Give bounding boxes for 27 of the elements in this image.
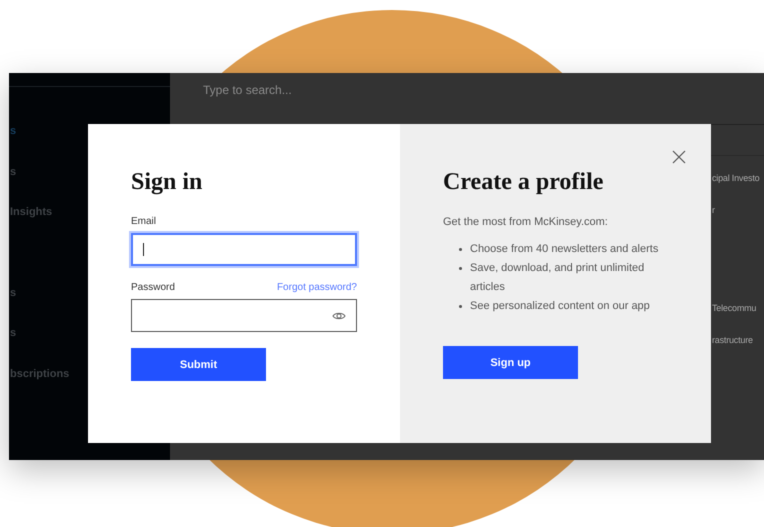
email-field[interactable]: [131, 233, 357, 266]
list-item[interactable]: cipal Investo: [712, 173, 760, 205]
intro-text: Get the most from McKinsey.com:: [443, 216, 609, 228]
bullet-dot: [459, 267, 462, 270]
bullet-dot: [459, 248, 462, 251]
benefit-item: Choose from 40 newsletters and alerts: [470, 242, 658, 257]
bullet-dot: [459, 305, 462, 308]
benefit-item: See personalized content on our app: [470, 299, 650, 314]
field-label: Email: [131, 216, 156, 227]
sidebar-item[interactable]: Insights: [9, 206, 52, 219]
benefit-item: Save, download, and print unlimited articles: [470, 261, 646, 295]
sidebar-item[interactable]: s: [9, 327, 16, 340]
field-label: Password: [131, 282, 175, 293]
sign-up-button[interactable]: Sign up: [443, 346, 578, 379]
list-item[interactable]: rastructure: [712, 335, 753, 367]
forgot-password-link[interactable]: Forgot password?: [276, 282, 357, 293]
profile-heading: Create a profile: [443, 168, 604, 196]
submit-button[interactable]: Submit: [131, 348, 266, 381]
sidebar-item[interactable]: s: [9, 166, 16, 178]
sign-in-heading: Sign in: [131, 168, 204, 196]
password-field[interactable]: [131, 299, 357, 332]
close-icon[interactable]: [672, 150, 686, 164]
list-item[interactable]: r: [712, 205, 715, 237]
sidebar-item[interactable]: bscriptions: [9, 368, 70, 380]
sidebar-item[interactable]: s: [9, 286, 16, 300]
list-item[interactable]: Telecommu: [712, 303, 756, 335]
eye-icon[interactable]: [332, 310, 346, 320]
